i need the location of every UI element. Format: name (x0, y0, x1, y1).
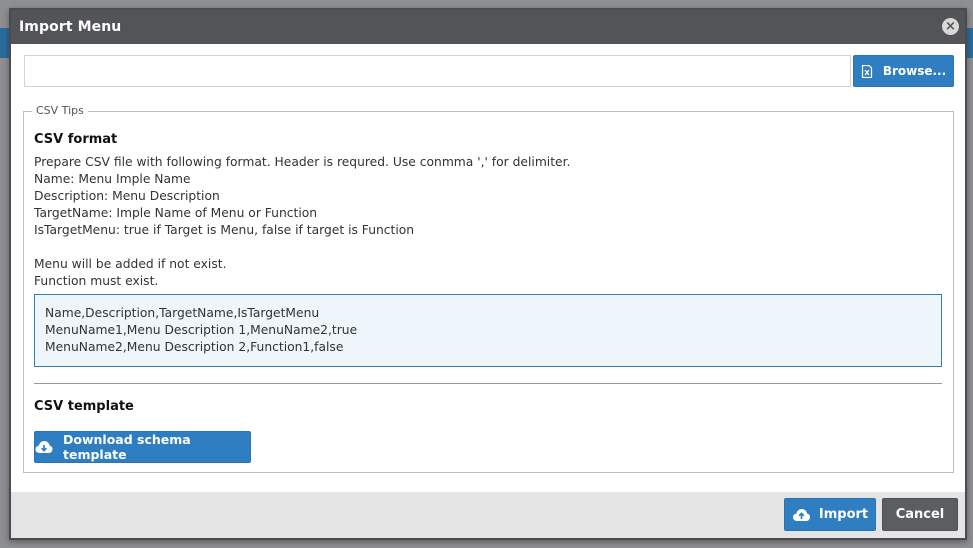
example-line: Name,Description,TargetName,IsTargetMenu (45, 306, 320, 320)
file-path-input[interactable] (24, 55, 851, 87)
close-icon[interactable]: × (942, 18, 959, 35)
browse-button[interactable]: Browse... (853, 55, 954, 87)
csv-tips-legend: CSV Tips (32, 104, 88, 117)
tips-line: Prepare CSV file with following format. … (34, 155, 571, 169)
example-line: MenuName1,Menu Description 1,MenuName2,t… (45, 323, 358, 337)
csv-template-heading: CSV template (34, 399, 134, 414)
tips-line: Function must exist. (34, 274, 159, 288)
csv-format-instructions: Prepare CSV file with following format. … (34, 154, 570, 290)
section-divider (34, 383, 942, 384)
download-schema-template-button[interactable]: Download schema template (34, 431, 251, 463)
cancel-button[interactable]: Cancel (882, 498, 958, 531)
tips-line (34, 239, 570, 256)
download-label: Download schema template (63, 432, 191, 462)
tips-line: TargetName: Imple Name of Menu or Functi… (34, 206, 318, 220)
example-line: MenuName2,Menu Description 2,Function1,f… (45, 340, 344, 354)
import-menu-dialog: Import Menu × Browse... CSV Tips CSV for… (9, 8, 967, 540)
tips-line: Name: Menu Imple Name (34, 172, 191, 186)
tips-line: IsTargetMenu: true if Target is Menu, fa… (34, 223, 415, 237)
csv-tips-fieldset: CSV Tips CSV format Prepare CSV file wit… (23, 104, 954, 473)
dialog-title: Import Menu (19, 19, 122, 35)
import-button[interactable]: Import (784, 498, 876, 531)
browse-label: Browse... (882, 64, 947, 78)
excel-file-icon (861, 64, 873, 78)
dialog-footer: Import Cancel (11, 492, 965, 538)
tips-line: Menu will be added if not exist. (34, 257, 227, 271)
csv-format-heading: CSV format (34, 132, 118, 147)
import-label: Import (818, 507, 869, 522)
dialog-header: Import Menu × (11, 10, 965, 44)
tips-line: Description: Menu Description (34, 189, 220, 203)
csv-example-box: Name,Description,TargetName,IsTargetMenu… (34, 294, 942, 367)
cloud-upload-icon (792, 508, 811, 522)
cloud-download-icon (35, 440, 53, 454)
